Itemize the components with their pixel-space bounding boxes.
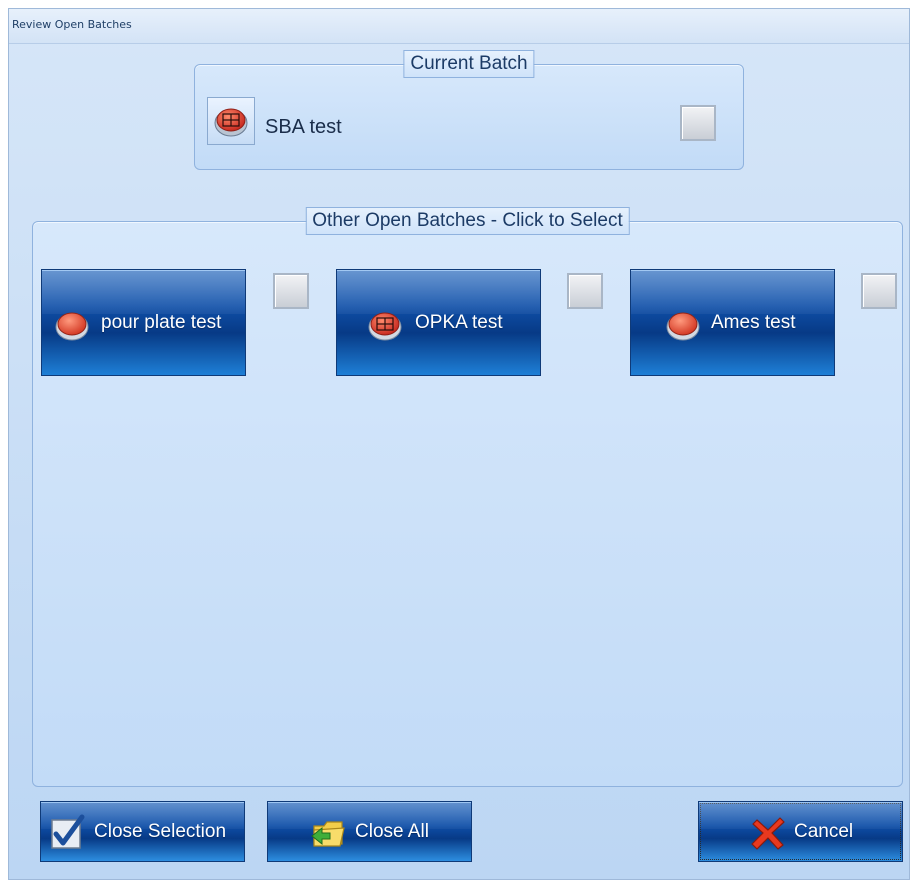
current-batch-group: Current Batch SBA test [194, 50, 744, 170]
close-all-label: Close All [355, 821, 429, 842]
current-batch-legend: Current Batch [403, 50, 535, 78]
window-title: Review Open Batches [12, 18, 132, 31]
plain-plate-icon [55, 312, 89, 341]
batch-label: pour plate test [101, 312, 222, 333]
title-bar: Review Open Batches [9, 9, 909, 44]
batch-button-ames-test[interactable]: Ames test [630, 269, 835, 376]
other-batches-legend: Other Open Batches - Click to Select [305, 207, 630, 235]
batch-label: Ames test [711, 312, 796, 333]
grid-plate-icon [368, 312, 402, 341]
close-all-button[interactable]: Close All [267, 801, 472, 862]
batch-label: OPKA test [415, 312, 503, 333]
cancel-button[interactable]: Cancel [698, 801, 903, 862]
close-icon [751, 817, 785, 850]
checkmark-icon [51, 814, 85, 849]
button-shine [631, 270, 834, 315]
batch-checkbox-ames-test[interactable] [861, 273, 897, 309]
batch-button-pour-plate-test[interactable]: pour plate test [41, 269, 246, 376]
plain-plate-icon [666, 312, 700, 341]
cancel-label: Cancel [794, 821, 854, 842]
other-open-batches-group: Other Open Batches - Click to Select pou… [32, 207, 903, 787]
current-batch-label: SBA test [265, 116, 342, 138]
close-selection-button[interactable]: Close Selection [40, 801, 245, 862]
close-selection-label: Close Selection [94, 821, 227, 842]
batch-checkbox-opka-test[interactable] [567, 273, 603, 309]
current-batch-checkbox[interactable] [680, 105, 716, 141]
folder-icon [311, 821, 345, 847]
batch-button-opka-test[interactable]: OPKA test [336, 269, 541, 376]
current-batch-icon-frame [207, 97, 255, 145]
batch-checkbox-pour-plate-test[interactable] [273, 273, 309, 309]
review-open-batches-window: Review Open Batches Current Batch SBA te… [8, 8, 910, 880]
grid-plate-icon [214, 108, 248, 137]
